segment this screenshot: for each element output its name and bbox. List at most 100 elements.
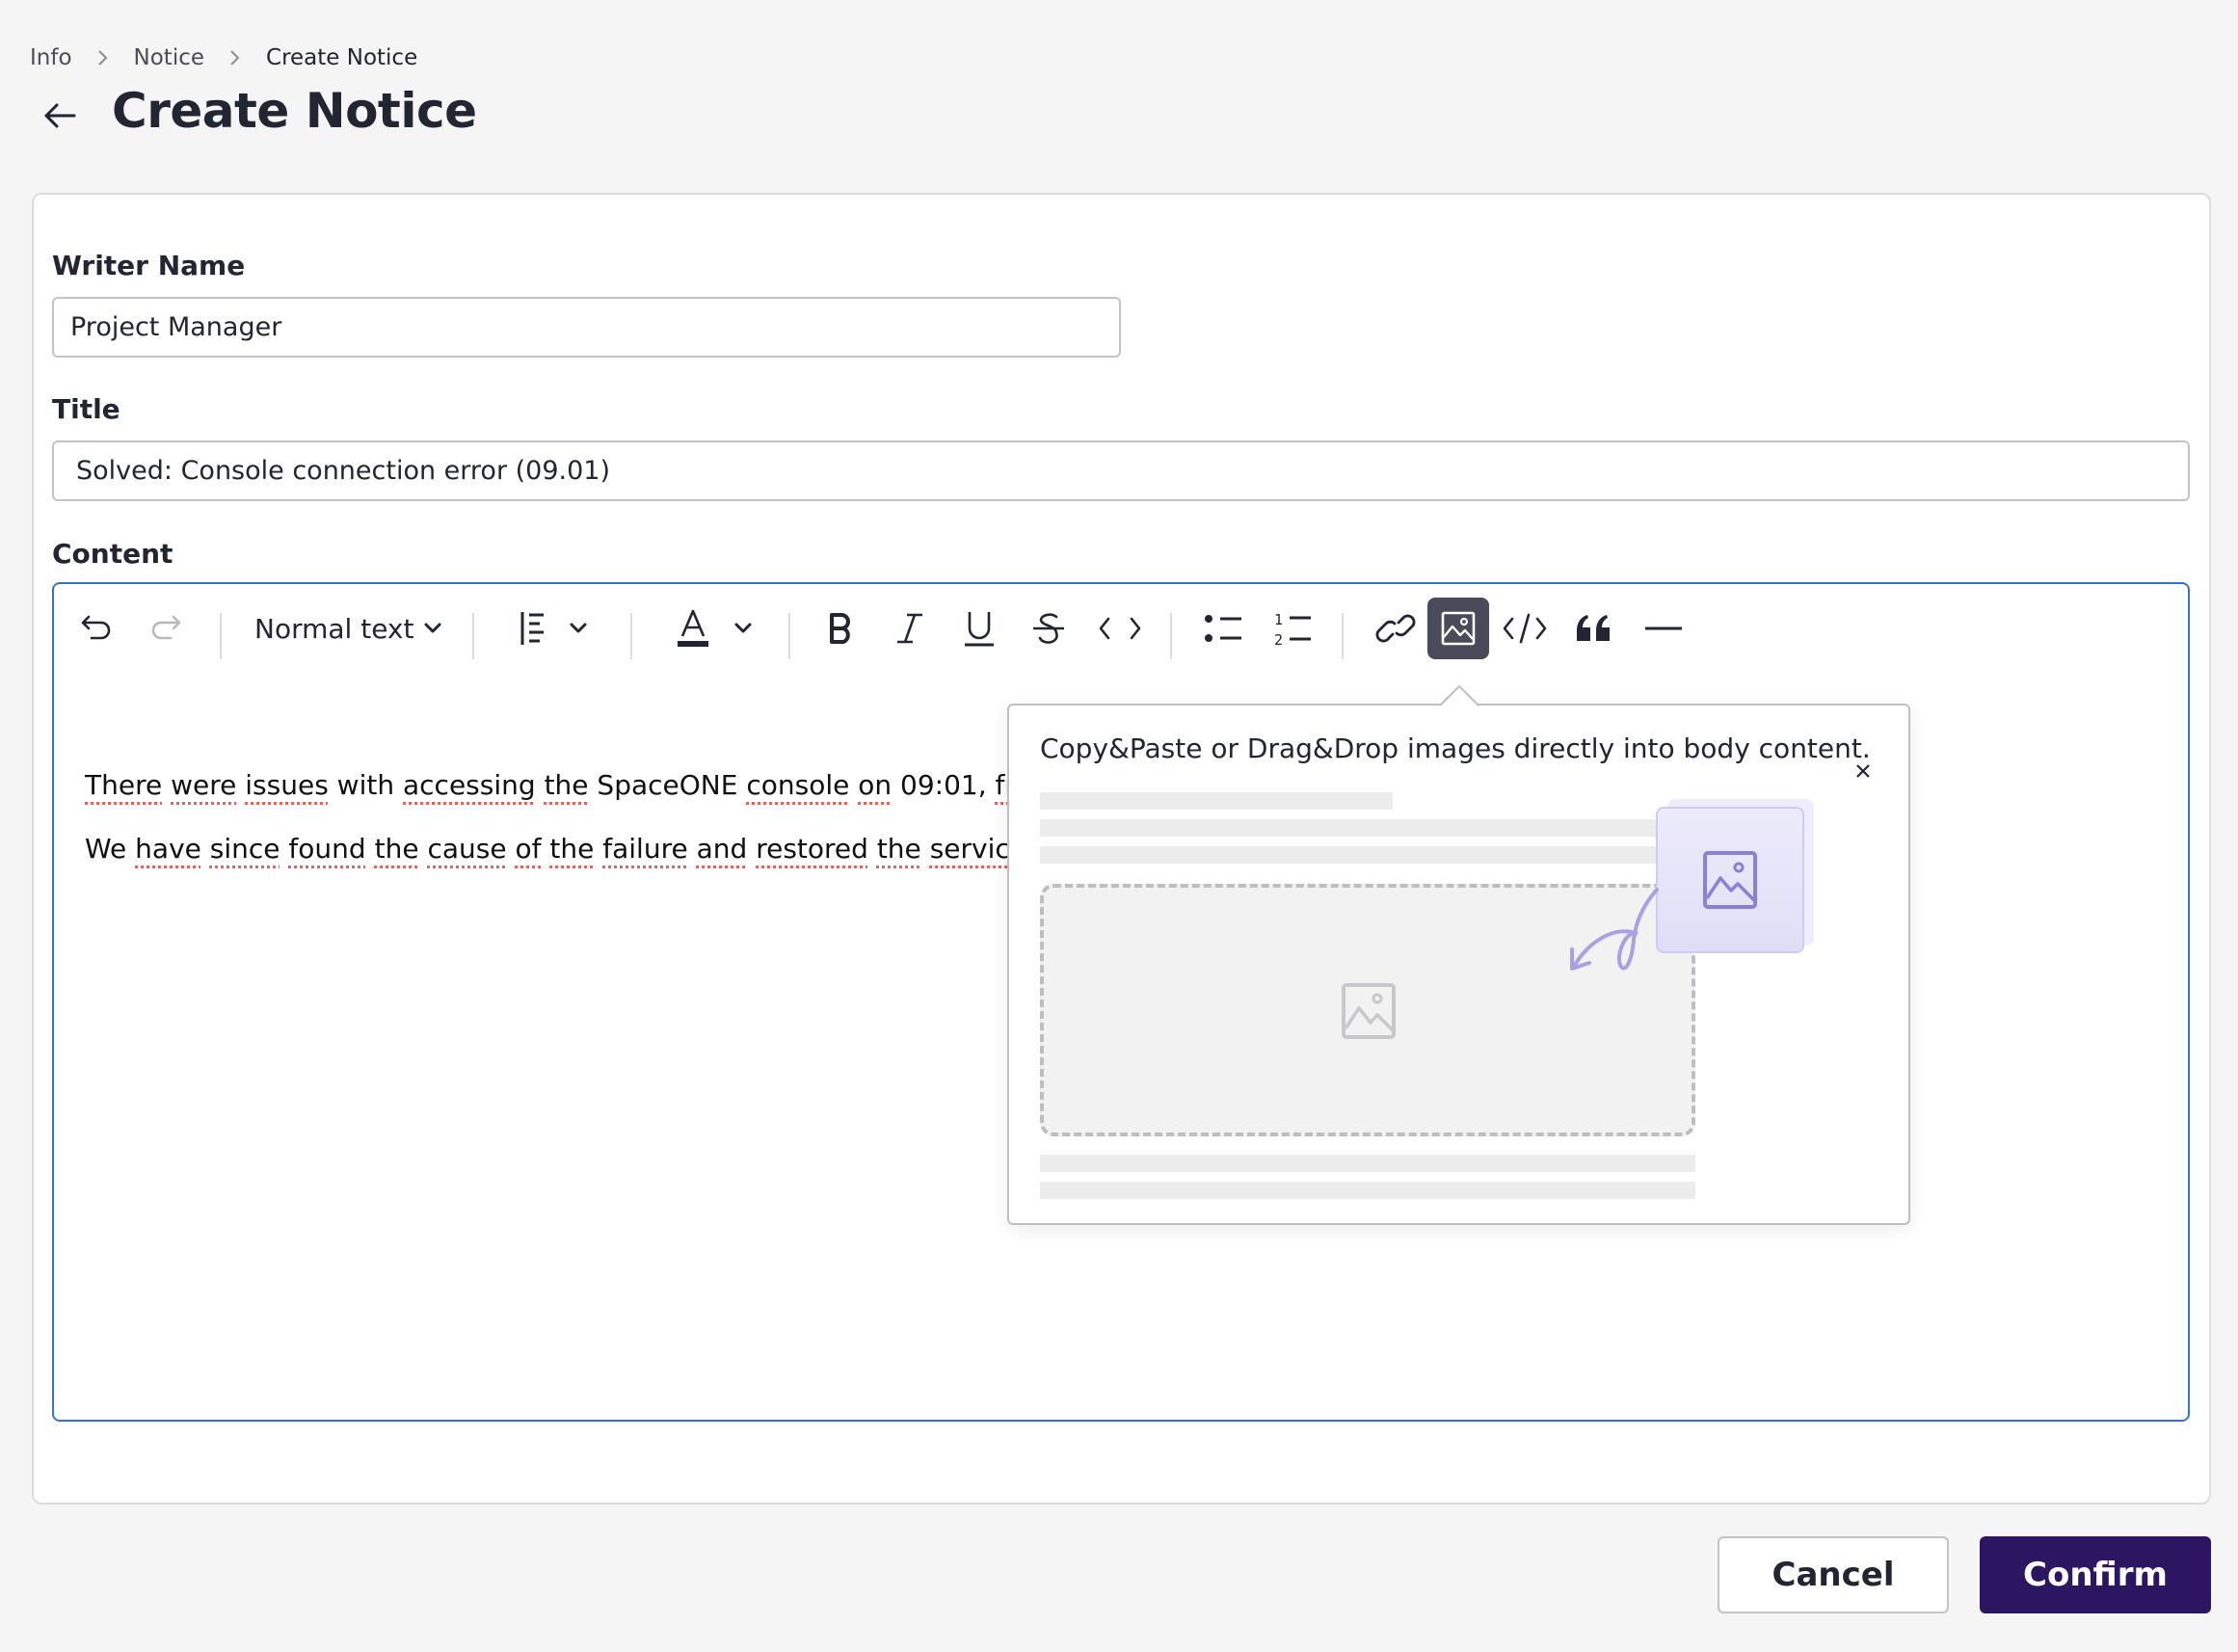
svg-text:1: 1: [1274, 611, 1283, 628]
skeleton-line: [1040, 846, 1676, 864]
misspelled-word: on: [858, 769, 893, 801]
writer-name-input[interactable]: Project Manager: [52, 297, 1121, 358]
image-icon: [1703, 851, 1757, 909]
italic-icon: [897, 613, 922, 644]
cancel-button[interactable]: Cancel: [1718, 1536, 1949, 1613]
text-segment: [366, 833, 375, 865]
underline-button[interactable]: [952, 598, 1006, 659]
alignment-dropdown[interactable]: [503, 598, 603, 659]
bold-icon: [830, 613, 850, 644]
confirm-button[interactable]: Confirm: [1980, 1536, 2211, 1613]
toolbar-divider: [472, 613, 474, 659]
content-label: Content: [52, 538, 173, 570]
italic-button[interactable]: [883, 598, 937, 659]
inline-code-button[interactable]: [1089, 598, 1151, 659]
misspelled-word: since: [209, 833, 280, 865]
chevron-right-icon: [72, 48, 134, 67]
floating-image-card: [1656, 807, 1804, 953]
image-upload-popover: Copy&Paste or Drag&Drop images directly …: [1007, 704, 1910, 1225]
misspelled-word: issues: [245, 769, 329, 801]
misspelled-word: the: [876, 833, 921, 865]
skeleton-line: [1040, 1182, 1695, 1199]
text-segment: [594, 833, 602, 865]
misspelled-word: failure: [602, 833, 688, 865]
content-paragraph-1[interactable]: There were issues with accessing the Spa…: [85, 769, 1083, 801]
undo-icon: [81, 615, 111, 640]
bold-button[interactable]: [813, 598, 867, 659]
title-input[interactable]: Solved: Console connection error (09.01): [52, 440, 2190, 501]
bullet-list-button[interactable]: [1195, 598, 1253, 659]
text-segment: [201, 833, 210, 865]
popover-close-button[interactable]: [1846, 754, 1880, 788]
undo-button[interactable]: [71, 598, 121, 659]
misspelled-word: restored: [756, 833, 868, 865]
text-segment: [868, 833, 877, 865]
text-segment: [849, 769, 858, 801]
strikethrough-button[interactable]: [1022, 598, 1076, 659]
link-button[interactable]: [1367, 598, 1425, 659]
text-segment: 09:01,: [892, 769, 996, 801]
misspelled-word: the: [374, 833, 419, 865]
insert-image-button[interactable]: [1427, 598, 1489, 659]
text-segment: [536, 769, 545, 801]
text-segment: with: [328, 769, 403, 801]
popover-message: Copy&Paste or Drag&Drop images directly …: [1040, 733, 1871, 764]
image-placeholder-icon: [1342, 983, 1396, 1039]
align-left-icon: [520, 612, 544, 645]
code-block-icon: [1503, 613, 1547, 644]
breadcrumb-item-notice[interactable]: Notice: [134, 45, 204, 70]
skeleton-line: [1040, 792, 1393, 810]
underline-icon: [965, 612, 994, 647]
title-label: Title: [52, 393, 120, 425]
text-color-dropdown[interactable]: [661, 598, 767, 659]
text-segment: We: [85, 833, 136, 865]
quote-button[interactable]: [1565, 598, 1623, 659]
misspelled-word: found: [288, 833, 366, 865]
redo-button[interactable]: [141, 598, 191, 659]
misspelled-word: There: [85, 769, 163, 801]
ordered-list-button[interactable]: 1 2: [1265, 598, 1322, 659]
writer-name-value: Project Manager: [70, 312, 282, 342]
misspelled-word: cause: [427, 833, 507, 865]
breadcrumb-item-info[interactable]: Info: [30, 45, 72, 70]
text-color-icon: [678, 609, 708, 647]
redo-icon: [151, 615, 181, 640]
toolbar-divider: [1170, 613, 1172, 659]
misspelled-word: console: [746, 769, 850, 801]
quote-icon: [1577, 615, 1610, 641]
link-icon: [1375, 614, 1416, 643]
horizontal-rule-button[interactable]: [1635, 598, 1692, 659]
skeleton-line: [1040, 819, 1676, 837]
misspelled-word: and: [696, 833, 748, 865]
skeleton-line: [1040, 1155, 1695, 1172]
page-title: Create Notice: [112, 83, 477, 139]
text-segment: [162, 769, 171, 801]
title-value: Solved: Console connection error (09.01): [76, 456, 610, 486]
chevron-down-icon: [570, 623, 587, 633]
text-style-value: Normal text: [254, 612, 414, 645]
text-segment: [921, 833, 930, 865]
popover-arrow: [1440, 685, 1479, 706]
writer-name-label: Writer Name: [52, 250, 246, 281]
close-icon: [1856, 764, 1870, 778]
code-block-button[interactable]: [1496, 598, 1554, 659]
misspelled-word: the: [549, 833, 595, 865]
toolbar-divider: [1342, 613, 1344, 659]
toolbar-divider: [220, 613, 222, 659]
arrow-left-icon: [44, 103, 76, 128]
toolbar-divider: [630, 613, 632, 659]
misspelled-word: accessing: [403, 769, 536, 801]
ordered-list-icon: 1 2: [1274, 611, 1311, 648]
drag-arrow-icon: [1570, 888, 1659, 971]
text-segment: [236, 769, 245, 801]
misspelled-word: of: [515, 833, 542, 865]
content-paragraph-2[interactable]: We have since found the cause of the fai…: [85, 833, 1088, 865]
image-icon: [1441, 611, 1476, 646]
inline-code-icon: [1099, 617, 1141, 640]
misspelled-word: the: [544, 769, 589, 801]
toolbar-divider: [788, 613, 790, 659]
misspelled-word: were: [171, 769, 237, 801]
chevron-right-icon: [204, 48, 266, 67]
text-style-dropdown[interactable]: Normal text: [243, 598, 457, 659]
back-button[interactable]: [40, 96, 79, 135]
